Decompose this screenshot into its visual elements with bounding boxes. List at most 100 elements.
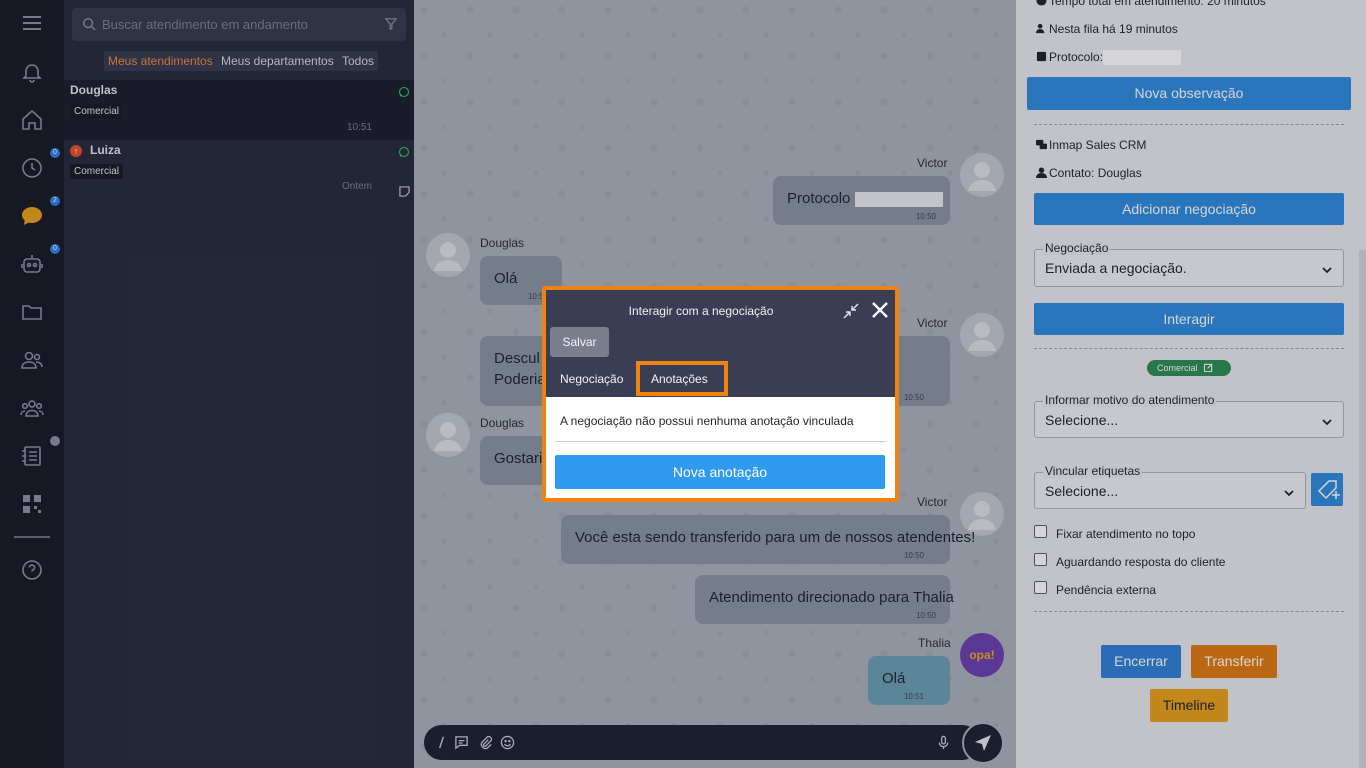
pin-checkbox[interactable] bbox=[1034, 525, 1047, 538]
clock-small-icon bbox=[1036, 0, 1047, 6]
tag-plus-icon bbox=[1317, 480, 1340, 500]
user-avatar bbox=[426, 413, 470, 457]
negotiation-select[interactable]: Negociação Enviada a negociação. bbox=[1034, 241, 1344, 287]
tags-select[interactable]: Vincular etiquetas Selecione... bbox=[1034, 464, 1306, 509]
folder-icon[interactable] bbox=[20, 300, 44, 324]
contact-line: Contato: Douglas bbox=[1036, 166, 1142, 180]
search-box[interactable]: Buscar atendimento em andamento bbox=[72, 8, 406, 41]
message-sender: Victor bbox=[917, 316, 948, 330]
contacts-icon[interactable] bbox=[20, 348, 44, 372]
awaiting-reply-label: Aguardando resposta do cliente bbox=[1056, 555, 1226, 569]
message-bubble: Você esta sendo transferido para um de n… bbox=[561, 515, 975, 564]
chevron-down-icon bbox=[1321, 415, 1333, 427]
reason-value: Selecione... bbox=[1045, 412, 1119, 428]
external-pending-checkbox[interactable] bbox=[1034, 581, 1047, 594]
total-time: Tempo total em atendimento: 20 minutos bbox=[1036, 0, 1266, 8]
user-avatar bbox=[960, 153, 1004, 197]
navigation-rail: 0 2 0 bbox=[0, 0, 64, 768]
edit-icon bbox=[1203, 361, 1213, 373]
status-dot bbox=[50, 436, 60, 446]
home-icon[interactable] bbox=[20, 108, 44, 132]
department-badge[interactable]: Comercial bbox=[1147, 360, 1231, 376]
robot-icon[interactable] bbox=[20, 252, 44, 276]
search-input[interactable]: Buscar atendimento em andamento bbox=[102, 17, 308, 32]
message-sender: Victor bbox=[917, 156, 948, 170]
microphone-icon[interactable] bbox=[936, 735, 951, 750]
tab-my-departments[interactable]: Meus departamentos bbox=[217, 51, 338, 71]
groups-icon[interactable] bbox=[20, 396, 44, 420]
transfer-button[interactable]: Transferir bbox=[1191, 645, 1277, 678]
negotiation-value: Enviada a negociação. bbox=[1045, 260, 1187, 276]
message-composer[interactable] bbox=[424, 725, 980, 760]
conversation-time: 10:51 bbox=[346, 122, 372, 133]
help-icon[interactable] bbox=[20, 558, 44, 582]
crm-line: Inmap Sales CRM bbox=[1036, 138, 1146, 152]
whatsapp-icon bbox=[398, 85, 410, 98]
conversation-list: Buscar atendimento em andamento Meus ate… bbox=[64, 0, 414, 768]
tab-my-services[interactable]: Meus atendimentos bbox=[104, 51, 217, 71]
send-icon bbox=[975, 735, 991, 751]
empty-notes-message: A negociação não possui nenhuma anotação… bbox=[560, 414, 854, 428]
awaiting-reply-checkbox[interactable] bbox=[1034, 553, 1047, 566]
department-tag: Comercial bbox=[70, 104, 124, 119]
close-service-button[interactable]: Encerrar bbox=[1101, 645, 1181, 678]
message-text: Você esta sendo transferido para um de n… bbox=[575, 529, 976, 546]
queue-time: Nesta fila há 19 minutos bbox=[1036, 22, 1178, 36]
modal-header: Interagir com a negociação Salvar Negoci… bbox=[546, 290, 895, 397]
conversation-item[interactable]: ↑ Luiza Comercial Ontem bbox=[64, 140, 414, 200]
bell-icon[interactable] bbox=[20, 60, 44, 84]
add-tag-button[interactable] bbox=[1311, 473, 1343, 506]
interact-button[interactable]: Interagir bbox=[1034, 303, 1344, 335]
panel-scrollbar[interactable] bbox=[1359, 250, 1366, 768]
send-button[interactable] bbox=[962, 722, 1004, 764]
message-bubble: Protocolo 10:50 bbox=[773, 176, 950, 225]
message-time: 10:50 bbox=[915, 611, 936, 620]
divider bbox=[1034, 124, 1344, 125]
conversation-time: Ontem bbox=[341, 181, 372, 192]
save-button[interactable]: Salvar bbox=[550, 327, 609, 357]
phonebook-icon[interactable] bbox=[20, 444, 44, 468]
tab-negotiation[interactable]: Negociação bbox=[560, 372, 623, 386]
add-negotiation-button[interactable]: Adicionar negociação bbox=[1034, 193, 1344, 225]
minimize-icon[interactable] bbox=[842, 302, 860, 320]
contact-person-icon bbox=[1036, 167, 1047, 178]
quick-reply-icon[interactable] bbox=[454, 735, 469, 750]
message-bubble: Olá 10:51 bbox=[868, 656, 950, 705]
message-sender: Victor bbox=[917, 495, 948, 509]
crm-icon bbox=[1036, 139, 1047, 150]
slash-command-icon[interactable] bbox=[434, 735, 449, 750]
new-note-button[interactable]: Nova anotação bbox=[555, 455, 885, 489]
attachment-icon[interactable] bbox=[478, 735, 493, 750]
external-pending-label: Pendência externa bbox=[1056, 583, 1157, 597]
divider bbox=[1034, 611, 1344, 612]
user-avatar bbox=[426, 233, 470, 277]
emoji-icon[interactable] bbox=[500, 735, 515, 750]
new-observation-button[interactable]: Nova observação bbox=[1027, 77, 1351, 110]
timeline-button[interactable]: Timeline bbox=[1150, 689, 1228, 722]
clock-icon[interactable] bbox=[20, 156, 44, 180]
user-avatar bbox=[960, 313, 1004, 357]
menu-icon[interactable] bbox=[20, 11, 44, 35]
service-details-panel: Tempo total em atendimento: 20 minutos N… bbox=[1016, 0, 1366, 768]
tags-value: Selecione... bbox=[1045, 483, 1119, 499]
message-text: Gostari bbox=[494, 450, 543, 467]
modal-divider bbox=[556, 441, 886, 442]
message-sender: Thalia bbox=[918, 636, 951, 650]
contact-name: Douglas bbox=[70, 83, 118, 97]
department-tag: Comercial bbox=[70, 164, 124, 179]
agent-avatar: opa! bbox=[960, 633, 1004, 677]
filter-icon[interactable] bbox=[384, 17, 398, 31]
whatsapp-icon bbox=[398, 145, 410, 158]
tab-all[interactable]: Todos bbox=[338, 51, 379, 71]
modal-title: Interagir com a negociação bbox=[628, 304, 774, 318]
message-text: Protocolo bbox=[787, 190, 851, 207]
pending-count-badge: 0 bbox=[50, 148, 60, 158]
redacted-protocol bbox=[854, 191, 943, 207]
close-icon[interactable] bbox=[870, 300, 890, 320]
qr-code-icon[interactable] bbox=[20, 492, 44, 516]
tab-notes[interactable]: Anotações bbox=[651, 372, 708, 386]
conversation-item[interactable]: Douglas Comercial 10:51 bbox=[64, 80, 414, 140]
reason-select[interactable]: Informar motivo do atendimento Selecione… bbox=[1034, 393, 1344, 438]
chat-bubble-icon[interactable] bbox=[20, 204, 44, 228]
message-bubble: Atendimento direcionado para Thalia 10:5… bbox=[695, 575, 954, 624]
